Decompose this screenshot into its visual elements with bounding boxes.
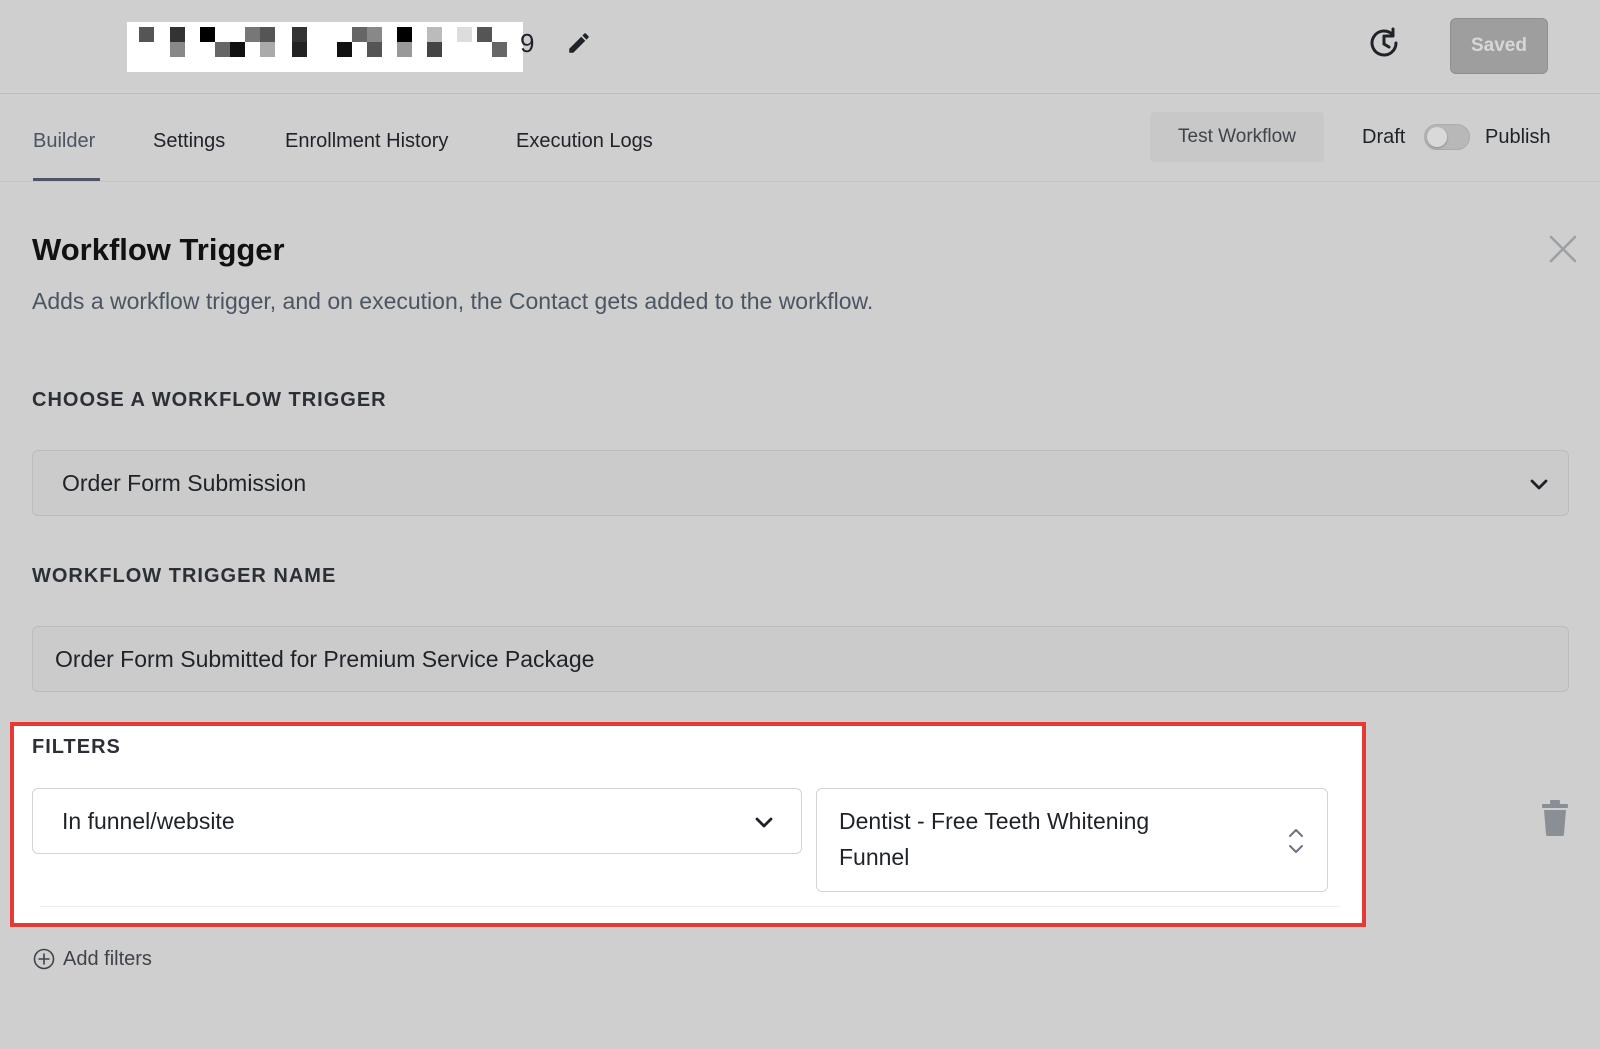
workflow-name-redacted[interactable] [127, 22, 523, 72]
workflow-name-suffix: 9 [520, 28, 535, 58]
filter-value-line1: Dentist - Free Teeth Whitening [839, 808, 1150, 834]
filter-field-value: In funnel/website [62, 808, 235, 834]
trigger-select-value: Order Form Submission [62, 470, 307, 496]
tab-builder[interactable]: Builder [33, 130, 95, 153]
redaction-pixel [397, 27, 412, 42]
redaction-pixel [292, 27, 307, 42]
filters-section-label: FILTERS [32, 736, 121, 758]
redaction-pixel [492, 42, 507, 57]
toggle-knob [1427, 127, 1447, 147]
plus-circle-icon [33, 948, 55, 970]
tab-settings[interactable]: Settings [153, 130, 225, 153]
redaction-pixel [292, 42, 307, 57]
redaction-pixel [260, 42, 275, 57]
chevron-down-icon [1530, 479, 1548, 490]
test-workflow-button[interactable]: Test Workflow [1150, 112, 1324, 162]
filter-value-select[interactable]: Dentist - Free Teeth Whitening Funnel [816, 788, 1328, 892]
workflow-header: 9 Saved [0, 0, 1600, 94]
redaction-pixel [367, 42, 382, 57]
saved-button[interactable]: Saved [1450, 18, 1548, 74]
redaction-pixel [352, 27, 367, 42]
redaction-pixel [200, 27, 215, 42]
redaction-pixel [457, 27, 472, 42]
redaction-pixel [245, 27, 260, 42]
tab-execution-logs[interactable]: Execution Logs [516, 130, 653, 153]
redaction-pixel [477, 27, 492, 42]
add-filters-button[interactable]: Add filters [33, 945, 152, 973]
history-icon[interactable] [1366, 25, 1402, 61]
sort-arrows-icon [1289, 829, 1303, 853]
panel-title: Workflow Trigger [32, 232, 285, 267]
active-tab-indicator [33, 178, 100, 181]
filter-field-select[interactable]: In funnel/website [32, 788, 802, 854]
redaction-pixel [170, 42, 185, 57]
filter-value-line2: Funnel [839, 844, 910, 870]
chevron-down-icon [755, 817, 773, 828]
redaction-pixel [139, 27, 154, 42]
redaction-pixel [427, 42, 442, 57]
name-section-label: WORKFLOW TRIGGER NAME [32, 565, 337, 587]
redaction-pixel [397, 42, 412, 57]
publish-label: Publish [1485, 126, 1551, 148]
tab-enrollment-history[interactable]: Enrollment History [285, 130, 448, 153]
close-icon[interactable] [1548, 234, 1578, 264]
trigger-section-label: CHOOSE A WORKFLOW TRIGGER [32, 389, 387, 411]
redaction-pixel [230, 42, 245, 57]
redaction-pixel [170, 27, 185, 42]
filter-divider [40, 906, 1340, 907]
redaction-pixel [427, 27, 442, 42]
tab-bar: Builder Settings Enrollment History Exec… [0, 94, 1600, 182]
trigger-name-value: Order Form Submitted for Premium Service… [55, 646, 595, 672]
redaction-pixel [215, 42, 230, 57]
add-filters-label: Add filters [63, 947, 152, 970]
trigger-select[interactable]: Order Form Submission [32, 450, 1569, 516]
filters-highlight: FILTERS In funnel/website Dentist - Free… [10, 722, 1366, 927]
publish-toggle[interactable] [1424, 124, 1470, 150]
panel-subtitle: Adds a workflow trigger, and on executio… [32, 288, 874, 314]
redaction-pixel [260, 27, 275, 42]
draft-label: Draft [1362, 126, 1406, 148]
trigger-name-input[interactable]: Order Form Submitted for Premium Service… [32, 626, 1569, 692]
redaction-pixel [367, 27, 382, 42]
trash-icon[interactable] [1540, 800, 1570, 836]
redaction-pixel [337, 42, 352, 57]
edit-icon[interactable] [566, 30, 592, 56]
